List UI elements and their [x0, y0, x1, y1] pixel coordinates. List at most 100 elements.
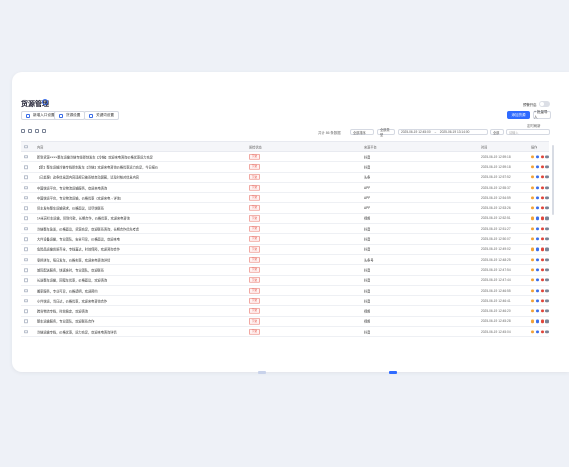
- delete-icon[interactable]: [540, 309, 544, 313]
- search-input[interactable]: 请输入: [506, 129, 550, 135]
- view-icon[interactable]: [535, 165, 539, 169]
- view-icon[interactable]: [535, 247, 539, 251]
- row-checkbox[interactable]: [24, 257, 28, 262]
- view-icon[interactable]: [535, 330, 539, 334]
- more-icon[interactable]: [545, 299, 549, 303]
- delete-icon[interactable]: [540, 165, 544, 169]
- edit-icon[interactable]: [531, 247, 535, 251]
- row-checkbox[interactable]: [24, 226, 28, 231]
- edit-icon[interactable]: [531, 185, 535, 190]
- edit-icon[interactable]: [531, 319, 535, 323]
- table-row[interactable]: 货主发布整车运输需求，价格面议，请尽快联系 下架 APP 2025-06-19 12:…: [21, 203, 549, 214]
- more-icon[interactable]: [545, 330, 549, 334]
- delete-icon[interactable]: [540, 330, 544, 334]
- more-icon[interactable]: [545, 155, 549, 159]
- more-icon[interactable]: [545, 309, 549, 313]
- table-row[interactable]: 跨省物流专线，时效稳定，欢迎咨询 下架 视频 2025-06-19 12:46:20: [21, 306, 549, 317]
- more-icon[interactable]: [545, 237, 549, 241]
- table-row[interactable]: 冷链运输专线，价格优惠，运力充足，欢迎来电咨询详情 下架 抖音 2025-06-19 …: [21, 327, 549, 338]
- edit-icon[interactable]: [531, 165, 535, 169]
- edit-icon[interactable]: [531, 309, 535, 313]
- delete-icon[interactable]: [540, 175, 544, 179]
- date-range-picker[interactable]: 2025-06-19 12:45:00 → 2025-06-19 13:14:00: [398, 129, 488, 135]
- delete-icon[interactable]: [540, 196, 544, 200]
- delete-icon[interactable]: [540, 258, 544, 262]
- row-checkbox[interactable]: [24, 309, 28, 313]
- download-icon[interactable]: [35, 129, 39, 133]
- row-checkbox[interactable]: [24, 329, 28, 334]
- edit-icon[interactable]: [531, 237, 535, 241]
- more-icon[interactable]: [545, 196, 549, 200]
- edit-icon[interactable]: [531, 299, 535, 303]
- row-checkbox[interactable]: [24, 319, 28, 324]
- row-checkbox[interactable]: [24, 278, 28, 282]
- table-row[interactable]: （已处理）这条信息因内容违规已被系统自动屏蔽，请及时核对信息内容 下架 头条 2025…: [21, 173, 549, 183]
- edit-icon[interactable]: [531, 288, 535, 293]
- row-checkbox[interactable]: [24, 216, 28, 221]
- row-checkbox[interactable]: [24, 185, 28, 190]
- table-row[interactable]: 零担拼车，每日发车，价格实惠，欢迎来电咨询详情 下架 头条号 2025-06-19 1…: [21, 255, 549, 266]
- delete-icon[interactable]: [540, 227, 544, 231]
- view-icon[interactable]: [535, 216, 539, 221]
- table-row[interactable]: 整车运输服务，专业团队，欢迎联系合作 下架 视频 2025-06-19 12:45:2…: [21, 317, 549, 328]
- table-row[interactable]: 冷链整车急发，价格面议，货源充足，欢迎联系咨询，长期合作优先考虑 下架 抖音 2025…: [21, 224, 549, 235]
- view-icon[interactable]: [535, 319, 539, 323]
- view-icon[interactable]: [535, 268, 539, 272]
- add-source-button[interactable]: 添加货源: [507, 111, 530, 119]
- row-checkbox[interactable]: [24, 237, 28, 241]
- row-checkbox[interactable]: [24, 299, 28, 303]
- view-icon[interactable]: [535, 185, 539, 190]
- select-all-checkbox[interactable]: [24, 144, 28, 149]
- edit-icon[interactable]: [531, 155, 535, 159]
- view-icon[interactable]: [535, 175, 539, 179]
- table-row[interactable]: 搬家服务，专业可靠，价格透明，欢迎预约 下架 抖音 2025-06-19 12:46:…: [21, 286, 549, 297]
- more-icon[interactable]: [545, 185, 549, 190]
- more-icon[interactable]: [545, 258, 549, 262]
- keyword-settings-button[interactable]: 关键词设置: [84, 111, 119, 120]
- delete-icon[interactable]: [540, 155, 544, 159]
- view-icon[interactable]: [535, 258, 539, 262]
- columns-icon[interactable]: [28, 129, 32, 133]
- more-icon[interactable]: [545, 319, 549, 323]
- more-icon[interactable]: [545, 165, 549, 169]
- row-checkbox[interactable]: [24, 268, 28, 272]
- delete-icon[interactable]: [540, 216, 544, 221]
- view-icon[interactable]: [535, 299, 539, 303]
- table-row[interactable]: 危险品运输资质齐全，专线直达，时效保障，欢迎咨询合作 下架 抖音 2025-06-19…: [21, 245, 549, 255]
- table-row[interactable]: 城际配送服务，快速准时，专业团队，欢迎联系 下架 抖音 2025-06-19 12:4…: [21, 265, 549, 276]
- more-icon[interactable]: [545, 216, 549, 221]
- table-row[interactable]: 【新】整车运输冷链专线即刻发车【冷链】欢迎来电咨询价格优惠运力充足，今日报价 下架…: [21, 162, 549, 173]
- edit-icon[interactable]: [531, 227, 535, 231]
- refresh-table-icon[interactable]: [42, 129, 46, 133]
- view-icon[interactable]: [535, 155, 539, 159]
- delete-icon[interactable]: [540, 185, 544, 190]
- more-icon[interactable]: [545, 227, 549, 231]
- pagination-current[interactable]: [389, 371, 397, 374]
- delete-icon[interactable]: [540, 299, 544, 303]
- edit-icon[interactable]: [531, 196, 535, 200]
- table-row[interactable]: 长途整车运输，回程车优惠，价格面议，欢迎咨询 下架 抖音 2025-06-19 12:…: [21, 276, 549, 286]
- view-icon[interactable]: [535, 237, 539, 241]
- delete-icon[interactable]: [540, 278, 544, 282]
- filter-icon[interactable]: [21, 129, 25, 133]
- view-icon[interactable]: [535, 196, 539, 200]
- more-icon[interactable]: [545, 268, 549, 272]
- view-icon[interactable]: [535, 309, 539, 313]
- table-scrollbar[interactable]: [552, 145, 554, 215]
- table-row[interactable]: 中国快运平台，专业物流运输服务，欢迎来电咨询 下架 APP 2025-06-19 12…: [21, 183, 549, 194]
- edit-icon[interactable]: [531, 258, 535, 262]
- alert-toggle[interactable]: [539, 101, 550, 107]
- delete-icon[interactable]: [540, 268, 544, 272]
- row-checkbox[interactable]: [24, 206, 28, 210]
- edit-icon[interactable]: [531, 330, 535, 334]
- more-icon[interactable]: [545, 175, 549, 179]
- delete-icon[interactable]: [540, 206, 544, 210]
- delete-icon[interactable]: [540, 237, 544, 241]
- row-checkbox[interactable]: [24, 165, 28, 169]
- table-row[interactable]: 14米高栏车运输，货到付款，长期合作，价格优惠，欢迎来电咨询 下架 视频 2025-0…: [21, 214, 549, 225]
- delete-icon[interactable]: [540, 247, 544, 251]
- source-settings-button[interactable]: 货源设置: [54, 111, 86, 120]
- row-checkbox[interactable]: [24, 154, 28, 159]
- view-icon[interactable]: [535, 278, 539, 282]
- view-icon[interactable]: [535, 227, 539, 231]
